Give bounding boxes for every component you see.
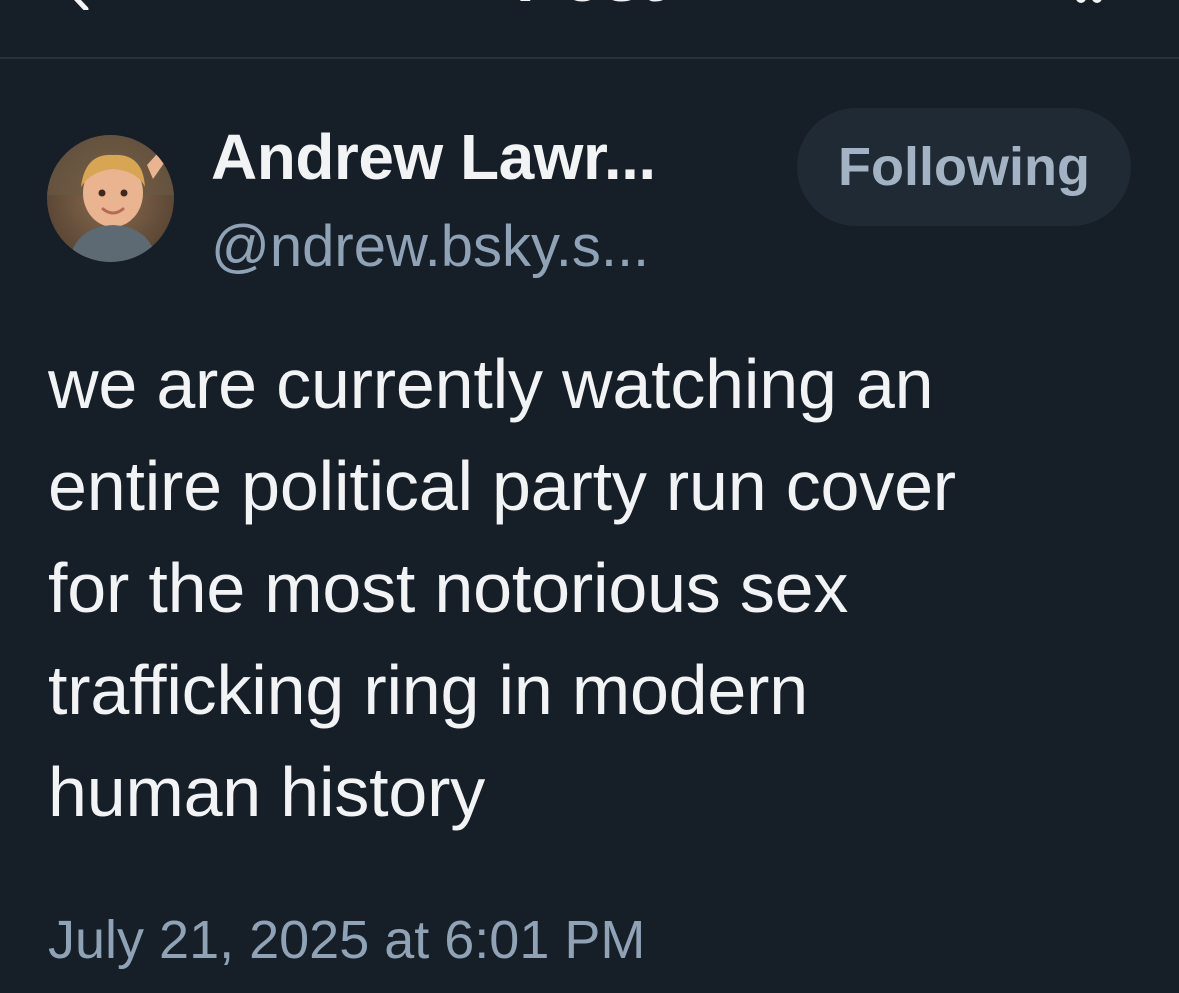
post-text-line: for the most notorious sex [48, 549, 849, 627]
page-title: Post [0, 0, 1179, 18]
post-timestamp: July 21, 2025 at 6:01 PM [48, 910, 646, 970]
post-screen: Post Andrew Lawr... @ndrew.bsky.s. [0, 0, 1179, 993]
post-header: Post [0, 0, 1179, 59]
post-text-line: trafficking ring in modern [48, 651, 808, 729]
author-name[interactable]: Andrew Lawr... [211, 118, 656, 196]
more-icon[interactable] [1069, 0, 1109, 10]
post-text-line: human history [48, 753, 486, 831]
post-text-line: we are currently watching an [48, 345, 934, 423]
avatar[interactable] [47, 135, 174, 262]
post-body: we are currently watching an entire poli… [48, 333, 1148, 843]
following-button[interactable]: Following [797, 108, 1131, 226]
post-text-line: entire political party run cover [48, 447, 956, 525]
author-handle[interactable]: @ndrew.bsky.s... [211, 212, 649, 282]
avatar-photo [47, 135, 174, 262]
